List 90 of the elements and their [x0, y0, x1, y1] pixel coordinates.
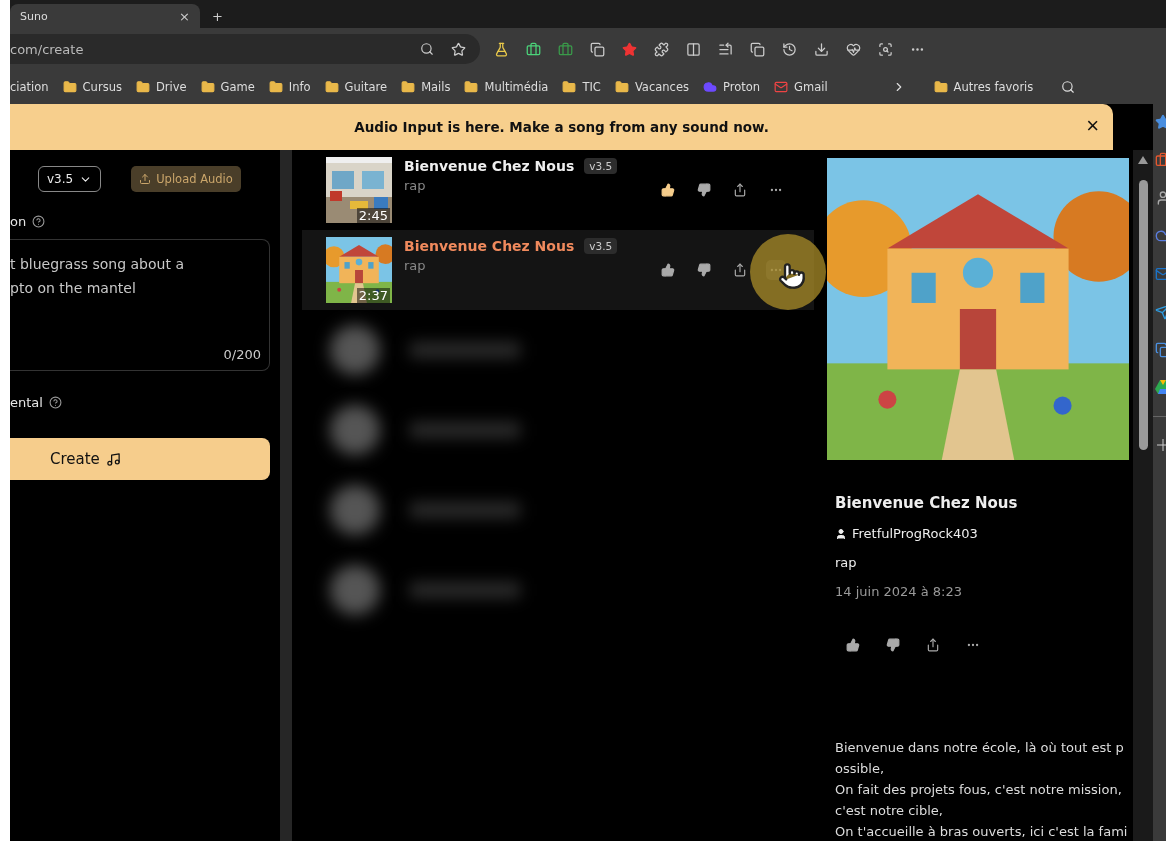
song-title: Bienvenue Chez Nous: [404, 158, 575, 174]
song-row[interactable]: 2:37 Bienvenue Chez Nous v3.5 rap: [302, 230, 814, 310]
thumbs-up-icon: [661, 263, 675, 277]
flask-icon[interactable]: [494, 41, 509, 57]
folder-icon: [933, 80, 948, 94]
music-note-icon: [105, 451, 121, 467]
folder-icon: [268, 80, 283, 94]
bookmark[interactable]: Autres favoris: [933, 80, 1034, 94]
new-tab-button[interactable]: +: [212, 9, 223, 24]
tab-title: Suno: [20, 9, 48, 23]
share-icon: [733, 183, 747, 197]
bookmark[interactable]: Guitare: [324, 80, 388, 94]
favorites-icon[interactable]: [718, 41, 733, 57]
song-date: 14 juin 2024 à 8:23: [835, 584, 964, 599]
close-button[interactable]: ×: [1086, 115, 1099, 137]
share-icon: [926, 638, 940, 652]
song-genre: rap: [404, 178, 427, 193]
banner-text: Audio Input is here. Make a song from any sound now.: [354, 119, 769, 135]
favorite-star-icon[interactable]: [451, 41, 466, 57]
prompt-field[interactable]: t bluegrass song about a pto on the mantel 0/200: [10, 239, 270, 371]
screenshot-icon[interactable]: [878, 41, 893, 57]
extensions-icon[interactable]: [654, 41, 669, 57]
lyric-line: ossible,: [835, 760, 886, 778]
folder-icon: [324, 80, 339, 94]
add-icon[interactable]: [1157, 439, 1166, 451]
bookmark[interactable]: Gmail: [774, 80, 828, 94]
song-title: Bienvenue Chez Nous: [835, 494, 1019, 512]
bookmark[interactable]: Game: [200, 80, 255, 94]
author-name[interactable]: FretfulProgRock403: [835, 526, 1133, 541]
bookmark[interactable]: Cursus: [62, 80, 122, 94]
song-title: Bienvenue Chez Nous: [404, 238, 575, 254]
address-text: com/create: [10, 41, 84, 57]
blurred-thumbnail: [330, 565, 380, 615]
history-icon[interactable]: [782, 41, 797, 57]
field-label: on: [10, 214, 27, 229]
song-genre: rap: [404, 258, 427, 273]
folder-icon: [562, 80, 577, 94]
version-dropdown[interactable]: v3.5: [38, 166, 102, 192]
song-genre: rap: [835, 555, 858, 570]
upload-audio-button[interactable]: Upload Audio: [131, 166, 241, 192]
help-icon[interactable]: [32, 215, 46, 228]
performance-icon[interactable]: [846, 41, 861, 57]
version-badge: v3.5: [584, 158, 618, 174]
thumbs-down-icon: [697, 263, 711, 277]
tab-close-button[interactable]: ×: [179, 8, 190, 24]
version-badge: v3.5: [584, 238, 618, 254]
duration-label: 2:37: [356, 288, 390, 303]
download-icon[interactable]: [814, 41, 829, 57]
lyric-line: On fait des projets fous, c'est notre mission,: [835, 781, 1123, 799]
search-icon[interactable]: [1061, 80, 1076, 94]
duration-label: 2:45: [356, 208, 390, 223]
bookmark[interactable]: Info: [268, 80, 311, 94]
address-bar[interactable]: com/create: [10, 34, 480, 64]
folder-icon: [614, 80, 629, 94]
user-icon: [835, 527, 847, 540]
lyric-line: c'est notre cible,: [835, 802, 944, 820]
character-counter: 0/200: [223, 347, 261, 362]
folder-icon: [401, 80, 416, 94]
folder-icon: [135, 80, 150, 94]
folder-icon: [464, 80, 479, 94]
bookmark[interactable]: Mails: [401, 80, 451, 94]
mail-icon: [774, 80, 789, 94]
bookmark[interactable]: Vacances: [614, 80, 689, 94]
lyric-line: On t'accueille à bras ouverts, ici c'est la fami: [835, 823, 1129, 841]
split-screen-icon[interactable]: [686, 41, 701, 57]
thumbs-down-icon: [697, 183, 711, 197]
thumbs-down-icon: [886, 638, 900, 652]
blurred-thumbnail: [330, 325, 380, 375]
thumbs-up-icon: [846, 638, 860, 652]
browser-tab[interactable]: Suno ×: [10, 4, 200, 28]
upload-icon: [139, 173, 152, 185]
field-label: ental: [10, 395, 43, 410]
scrollbar-thumb[interactable]: [1138, 180, 1148, 450]
thumbs-up-icon: [661, 183, 675, 197]
help-icon[interactable]: [48, 396, 62, 409]
collections-icon[interactable]: [750, 41, 765, 57]
create-button[interactable]: Create: [10, 438, 270, 480]
scroll-up-icon[interactable]: [1138, 156, 1148, 164]
lyric-line: Bienvenue dans notre école, là où tout est p: [835, 739, 1125, 757]
bookmark[interactable]: Proton: [702, 80, 761, 94]
folder-icon: [62, 80, 77, 94]
share-icon: [733, 263, 747, 277]
hand-cursor-icon: [778, 262, 806, 290]
bookmark[interactable]: TIC: [562, 80, 601, 94]
bookmark[interactable]: Multimédia: [464, 80, 549, 94]
blurred-thumbnail: [330, 405, 380, 455]
blurred-thumbnail: [330, 485, 380, 535]
bookmark[interactable]: Drive: [135, 80, 187, 94]
bookmark[interactable]: ciation: [10, 80, 49, 94]
folder-icon: [200, 80, 215, 94]
